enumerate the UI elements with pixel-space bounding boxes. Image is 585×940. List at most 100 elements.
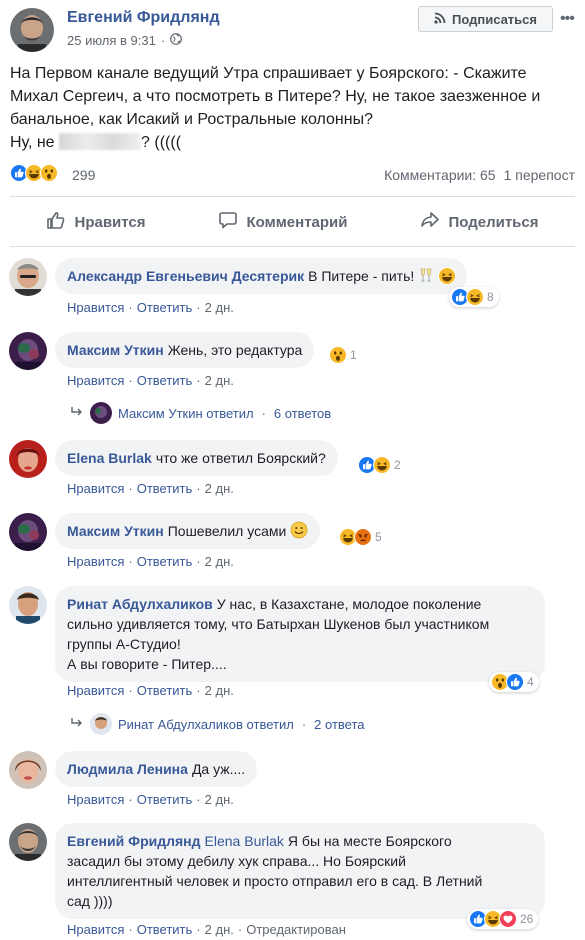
comment-reply-link[interactable]: Ответить bbox=[137, 554, 193, 569]
reaction-summary[interactable] bbox=[10, 164, 58, 182]
reaction-count: 4 bbox=[527, 675, 534, 689]
comment-reactions[interactable]: 26 bbox=[467, 909, 539, 929]
replies-link[interactable]: Максим Уткин ответил · 6 ответов bbox=[70, 402, 331, 424]
avatar[interactable] bbox=[9, 823, 47, 861]
comment-reactions[interactable]: 5 bbox=[337, 527, 387, 547]
post-author-avatar[interactable] bbox=[10, 8, 54, 52]
post-text-line: Ну, не ? ((((( bbox=[10, 131, 575, 154]
haha-reaction-icon bbox=[466, 288, 484, 306]
comments-count-link[interactable]: Комментарии: 65 bbox=[384, 167, 496, 183]
avatar bbox=[90, 402, 112, 424]
like-label: Нравится bbox=[74, 213, 146, 231]
reaction-count: 1 bbox=[350, 348, 357, 362]
comment-time[interactable]: 2 дн. bbox=[205, 922, 234, 937]
comment-bubble: Максим Уткин Пошевелил усами bbox=[55, 513, 321, 549]
comment-reactions[interactable]: 1 bbox=[327, 345, 362, 365]
post-date[interactable]: 25 июля в 9:31 bbox=[67, 33, 156, 48]
angry-reaction-icon bbox=[354, 528, 372, 546]
share-button[interactable]: Поделиться bbox=[420, 200, 539, 244]
reply-arrow-icon bbox=[70, 717, 84, 732]
comment-time[interactable]: 2 дн. bbox=[205, 300, 234, 315]
comment-text: А вы говорите - Питер.... bbox=[67, 656, 227, 672]
post-author-name[interactable]: Евгений Фридлянд bbox=[67, 9, 220, 27]
comment-like-link[interactable]: Нравится bbox=[67, 481, 124, 496]
comment-reply-link[interactable]: Ответить bbox=[137, 922, 193, 937]
post-meta: 25 июля в 9:31 · bbox=[67, 33, 183, 48]
avatar[interactable] bbox=[9, 513, 47, 551]
comment-actions: Нравится · Ответить · 2 дн. bbox=[67, 554, 234, 569]
comment-bubble: Людмила Ленина Да уж.... bbox=[55, 751, 258, 787]
comment-reply-link[interactable]: Ответить bbox=[137, 300, 193, 315]
comment-time[interactable]: 2 дн. bbox=[205, 373, 234, 388]
comment-like-link[interactable]: Нравится bbox=[67, 922, 124, 937]
replies-link[interactable]: Ринат Абдулхаликов ответил · 2 ответа bbox=[70, 713, 365, 735]
comment-bubble: Elena Burlak что же ответил Боярский? bbox=[55, 440, 338, 476]
comment-bubble: Евгений Фридлянд Elena Burlak Я бы на мест… bbox=[55, 823, 545, 919]
reply-arrow-icon bbox=[70, 406, 84, 421]
post-text-fragment: Ну, не bbox=[10, 134, 60, 151]
comment-reactions[interactable]: 4 bbox=[489, 672, 539, 692]
reply-count: 2 ответа bbox=[314, 716, 365, 732]
edited-label[interactable]: Отредактирован bbox=[246, 922, 346, 937]
comment-like-link[interactable]: Нравится bbox=[67, 683, 124, 698]
comment-reply-link[interactable]: Ответить bbox=[137, 481, 193, 496]
subscribe-button[interactable]: Подписаться bbox=[418, 6, 553, 32]
post-text: На Первом канале ведущий Утра спрашивает… bbox=[10, 62, 575, 154]
avatar[interactable] bbox=[9, 332, 47, 370]
comment-author[interactable]: Максим Уткин bbox=[67, 523, 164, 539]
rss-icon bbox=[434, 12, 446, 27]
comment-time[interactable]: 2 дн. bbox=[205, 683, 234, 698]
reaction-count[interactable]: 299 bbox=[72, 167, 95, 183]
like-button[interactable]: Нравится bbox=[46, 200, 146, 244]
comment-time[interactable]: 2 дн. bbox=[205, 554, 234, 569]
comment-bubble: Александр Евгеньевич Десятерик В Питере -… bbox=[55, 258, 468, 294]
comment-like-link[interactable]: Нравится bbox=[67, 792, 124, 807]
comment-author[interactable]: Максим Уткин bbox=[67, 342, 164, 358]
comment-author[interactable]: Людмила Ленина bbox=[67, 761, 188, 777]
love-reaction-icon bbox=[499, 910, 517, 928]
divider bbox=[10, 246, 575, 247]
comment-author[interactable]: Ринат Абдулхаликов bbox=[67, 596, 213, 612]
comment-time[interactable]: 2 дн. bbox=[205, 792, 234, 807]
comment-time[interactable]: 2 дн. bbox=[205, 481, 234, 496]
comment-actions: Нравится · Ответить · 2 дн. bbox=[67, 792, 234, 807]
subscribe-label: Подписаться bbox=[451, 11, 537, 27]
comment-text: что же ответил Боярский? bbox=[155, 450, 326, 466]
more-options-icon[interactable]: ••• bbox=[560, 10, 575, 28]
comment-author[interactable]: Elena Burlak bbox=[67, 450, 152, 466]
post-text-line: банальное, как Исакий и Ростральные коло… bbox=[10, 111, 373, 128]
comment-author[interactable]: Александр Евгеньевич Десятерик bbox=[67, 268, 304, 284]
avatar[interactable] bbox=[9, 440, 47, 478]
comment-author[interactable]: Евгений Фридлянд bbox=[67, 833, 201, 849]
divider bbox=[10, 196, 575, 197]
share-label: Поделиться bbox=[448, 213, 539, 231]
comment-like-link[interactable]: Нравится bbox=[67, 554, 124, 569]
comment-button[interactable]: Комментарий bbox=[218, 200, 348, 244]
avatar[interactable] bbox=[9, 258, 47, 296]
avatar[interactable] bbox=[9, 751, 47, 789]
comment-reply-link[interactable]: Ответить bbox=[137, 792, 193, 807]
shares-count-link[interactable]: 1 перепост bbox=[504, 167, 575, 183]
comment-like-link[interactable]: Нравится bbox=[67, 300, 124, 315]
comment-actions: Нравится · Ответить · 2 дн. bbox=[67, 300, 234, 315]
comment-actions: Нравится · Ответить · 2 дн. bbox=[67, 481, 234, 496]
avatar[interactable] bbox=[9, 586, 47, 624]
comment-like-link[interactable]: Нравится bbox=[67, 373, 124, 388]
comment-text: сад )))) bbox=[67, 893, 113, 909]
post-stats: Комментарии: 65 1 перепост bbox=[376, 167, 575, 183]
comment-text: Жень, это редактура bbox=[167, 342, 303, 358]
thumbs-up-icon bbox=[46, 210, 66, 234]
globe-icon bbox=[170, 33, 183, 48]
post-actions: Нравится Комментарий Поделиться bbox=[10, 200, 575, 244]
post-text-line: Михал Сергеич, а что посмотреть в Питере… bbox=[10, 88, 541, 105]
mention-link[interactable]: Elena Burlak bbox=[205, 833, 284, 849]
comment-reply-link[interactable]: Ответить bbox=[137, 683, 193, 698]
reply-count: 6 ответов bbox=[273, 405, 332, 421]
post-text-fragment: ? ((((( bbox=[141, 134, 182, 151]
comment-reactions[interactable]: 8 bbox=[449, 287, 499, 307]
comment-text: Пошевелил усами bbox=[167, 523, 287, 539]
comment-reply-link[interactable]: Ответить bbox=[137, 373, 193, 388]
reply-author: Ринат Абдулхаликов ответил bbox=[118, 716, 294, 732]
comment-reactions[interactable]: 2 bbox=[356, 455, 406, 475]
wow-reaction-icon bbox=[329, 346, 347, 364]
